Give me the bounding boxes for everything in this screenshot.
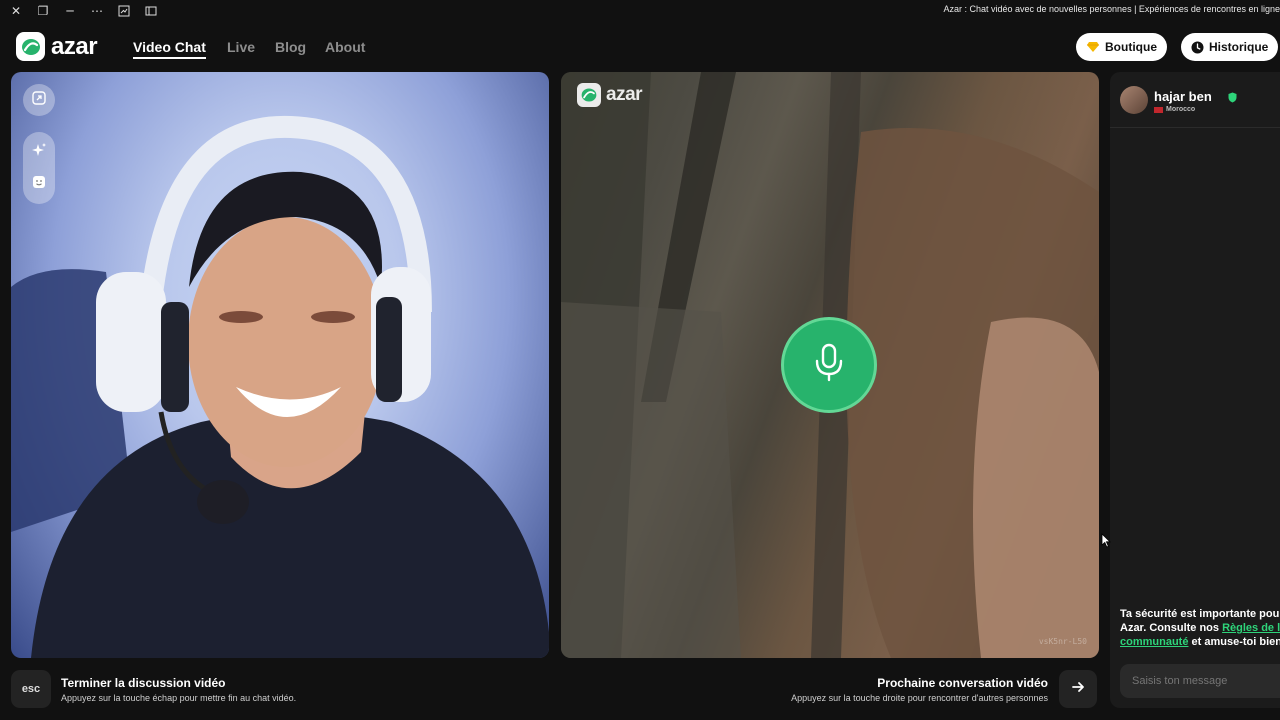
next-chat-subtitle: Appuyez sur la touche droite pour rencon… <box>791 693 1048 703</box>
next-chat-button[interactable] <box>1059 670 1097 708</box>
peer-video-feed: azar vsK5nr-L50 <box>561 72 1099 658</box>
nav-about[interactable]: About <box>325 39 365 55</box>
chat-message-input[interactable] <box>1120 664 1280 698</box>
azar-watermark-icon <box>577 83 601 107</box>
more-options-icon[interactable]: ⋯ <box>86 0 108 22</box>
safety-line-2-text: Azar. Consulte nos <box>1120 622 1223 634</box>
end-chat-subtitle: Appuyez sur la touche échap pour mettre … <box>61 693 297 703</box>
historique-button[interactable]: Historique <box>1181 33 1279 61</box>
historique-label: Historique <box>1209 40 1269 54</box>
self-video-feed <box>11 72 549 658</box>
chat-panel: hajar ben Morocco Ta sécurité est import… <box>1110 72 1280 708</box>
boutique-label: Boutique <box>1105 40 1157 54</box>
safety-line-3: communauté et amuse-toi bien <box>1120 635 1280 649</box>
minimize-window-icon[interactable]: ─ <box>59 0 81 22</box>
azar-watermark-text: azar <box>606 84 643 105</box>
azar-watermark: azar <box>577 83 643 107</box>
next-chat-title: Prochaine conversation vidéo <box>877 676 1048 690</box>
restore-window-icon[interactable]: ❐ <box>32 0 54 22</box>
azar-logo[interactable]: azar <box>16 32 98 61</box>
morocco-flag-icon <box>1154 106 1163 113</box>
peer-country: Morocco <box>1154 106 1195 113</box>
peer-country-label: Morocco <box>1166 106 1196 113</box>
window-titlebar: ✕ ❐ ─ ⋯ Azar : Chat vidéo avec de nouvel… <box>0 0 1280 22</box>
chat-header: hajar ben Morocco <box>1110 72 1280 128</box>
gem-icon <box>1086 41 1100 53</box>
nav-blog[interactable]: Blog <box>275 39 306 55</box>
nav-live[interactable]: Live <box>227 39 255 55</box>
peer-avatar[interactable] <box>1120 86 1148 114</box>
microphone-button[interactable] <box>781 317 877 413</box>
nav-video-chat[interactable]: Video Chat <box>133 39 206 59</box>
top-navigation: azar Video Chat Live Blog About Boutique… <box>0 30 1280 66</box>
video-session-code: vsK5nr-L50 <box>1038 637 1087 646</box>
close-window-icon[interactable]: ✕ <box>5 0 27 22</box>
arrow-right-icon <box>1071 680 1085 699</box>
verified-shield-icon <box>1228 90 1237 108</box>
end-chat-esc-button[interactable]: esc <box>11 670 51 708</box>
peer-name[interactable]: hajar ben <box>1154 89 1212 104</box>
sidebar-toggle-icon[interactable] <box>140 0 162 22</box>
window-title: Azar : Chat vidéo avec de nouvelles pers… <box>943 4 1280 14</box>
safety-line-1: Ta sécurité est importante pour <box>1120 608 1280 620</box>
microphone-icon <box>812 343 846 388</box>
community-rules-link-part2[interactable]: communauté <box>1120 636 1188 648</box>
bottom-controls: esc Terminer la discussion vidéo Appuyez… <box>0 664 1100 714</box>
self-video-frame <box>11 115 549 658</box>
safety-notice: Ta sécurité est importante pour Azar. Co… <box>1120 607 1280 649</box>
screenshot-icon[interactable] <box>113 0 135 22</box>
mouse-cursor-icon <box>1101 533 1111 553</box>
safety-line-3-text: et amuse-toi bien <box>1188 636 1280 648</box>
boutique-button[interactable]: Boutique <box>1076 33 1167 61</box>
safety-line-2: Azar. Consulte nos Règles de la <box>1120 621 1280 635</box>
community-rules-link-part1[interactable]: Règles de la <box>1222 622 1280 634</box>
clock-icon <box>1191 41 1204 54</box>
end-chat-title: Terminer la discussion vidéo <box>61 676 226 690</box>
azar-logo-icon <box>16 32 45 61</box>
azar-logo-text: azar <box>51 32 98 60</box>
